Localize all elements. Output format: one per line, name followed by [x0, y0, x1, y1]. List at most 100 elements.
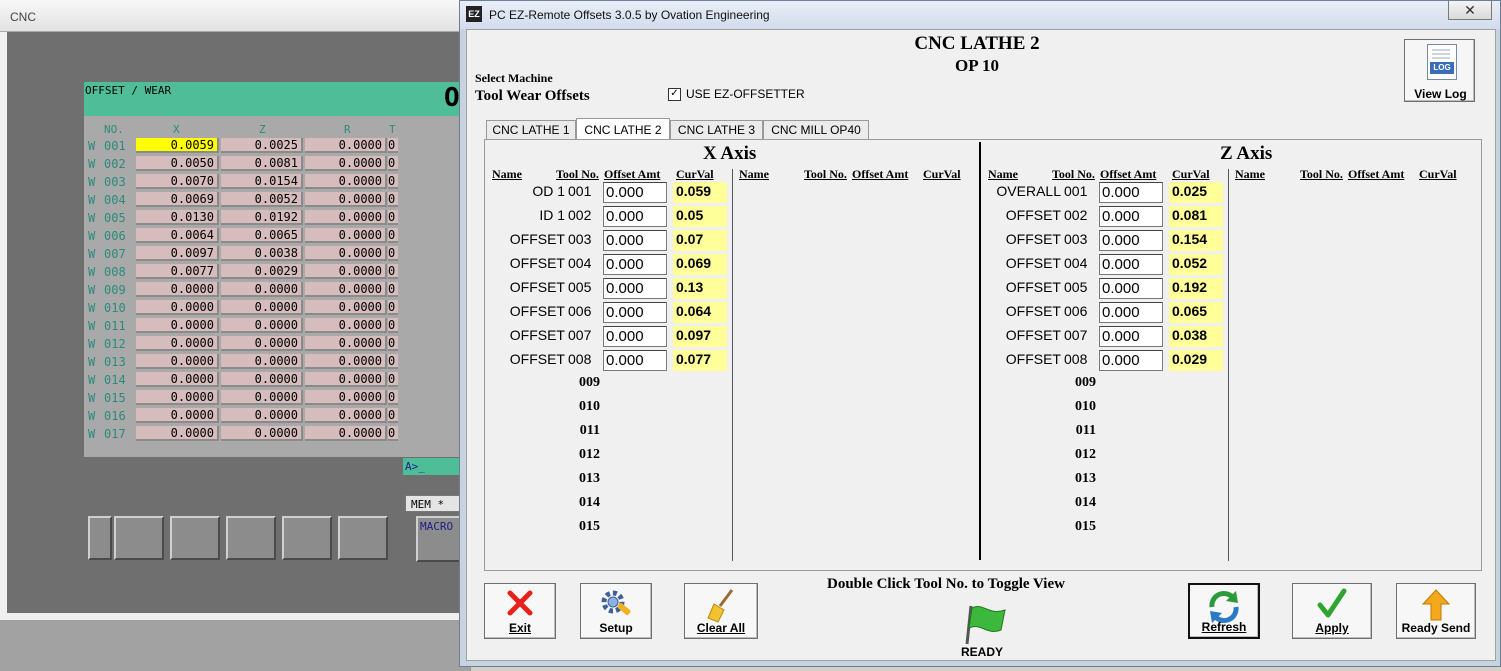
cnc-cell-r[interactable]: 0.0000: [305, 408, 387, 423]
tool-number[interactable]: 013: [1064, 471, 1096, 487]
cnc-cell-x[interactable]: 0.0064: [136, 228, 219, 243]
cnc-cell-t[interactable]: 0: [388, 390, 398, 405]
offset-amount-input[interactable]: 0.000: [603, 278, 667, 299]
cnc-softkey[interactable]: [338, 516, 388, 560]
cnc-cell-z[interactable]: 0.0000: [221, 390, 303, 405]
tab-cnc-mill-op40[interactable]: CNC MILL OP40: [763, 120, 869, 139]
ez-titlebar[interactable]: EZ PC EZ-Remote Offsets 3.0.5 by Ovation…: [460, 1, 1500, 29]
offset-amount-input[interactable]: 0.000: [603, 182, 667, 203]
cnc-cell-t[interactable]: 0: [388, 408, 398, 423]
cnc-softkey[interactable]: [88, 516, 112, 560]
cnc-cell-x[interactable]: 0.0097: [136, 246, 219, 261]
apply-button[interactable]: Apply: [1292, 583, 1372, 639]
cnc-cell-z[interactable]: 0.0000: [221, 372, 303, 387]
tool-number[interactable]: 008: [1064, 351, 1096, 367]
tool-number[interactable]: 005: [1064, 279, 1096, 295]
cnc-cell-z[interactable]: 0.0029: [221, 264, 303, 279]
tool-number[interactable]: 009: [568, 375, 600, 391]
tool-number[interactable]: 004: [1064, 255, 1096, 271]
cnc-cell-z[interactable]: 0.0000: [221, 318, 303, 333]
offset-amount-input[interactable]: 0.000: [603, 206, 667, 227]
cnc-cell-z[interactable]: 0.0065: [221, 228, 303, 243]
cnc-cell-x[interactable]: 0.0000: [136, 318, 219, 333]
offset-amount-input[interactable]: 0.000: [1099, 230, 1163, 251]
tool-number[interactable]: 012: [568, 447, 600, 463]
cnc-cell-t[interactable]: 0: [388, 210, 398, 225]
cnc-cell-x[interactable]: 0.0000: [136, 282, 219, 297]
tool-number[interactable]: 015: [1064, 519, 1096, 535]
offset-amount-input[interactable]: 0.000: [1099, 302, 1163, 323]
cnc-cell-x[interactable]: 0.0000: [136, 408, 219, 423]
cnc-cell-t[interactable]: 0: [388, 264, 398, 279]
cnc-cell-x[interactable]: 0.0000: [136, 336, 219, 351]
cnc-softkey[interactable]: [226, 516, 276, 560]
offset-amount-input[interactable]: 0.000: [1099, 182, 1163, 203]
tool-number[interactable]: 001: [1064, 183, 1096, 199]
tool-number[interactable]: 002: [568, 207, 600, 223]
cnc-cell-t[interactable]: 0: [388, 300, 398, 315]
cnc-cell-r[interactable]: 0.0000: [305, 336, 387, 351]
tool-number[interactable]: 003: [1064, 231, 1096, 247]
tool-number[interactable]: 006: [568, 303, 600, 319]
cnc-cell-r[interactable]: 0.0000: [305, 174, 387, 189]
offset-amount-input[interactable]: 0.000: [1099, 278, 1163, 299]
tool-number[interactable]: 014: [1064, 495, 1096, 511]
cnc-cell-t[interactable]: 0: [388, 336, 398, 351]
tool-number[interactable]: 014: [568, 495, 600, 511]
clear-all-button[interactable]: Clear All: [684, 583, 758, 639]
cnc-softkey[interactable]: [282, 516, 332, 560]
tool-number[interactable]: 007: [568, 327, 600, 343]
cnc-cell-x[interactable]: 0.0000: [136, 300, 219, 315]
offset-amount-input[interactable]: 0.000: [1099, 206, 1163, 227]
cnc-cell-t[interactable]: 0: [388, 228, 398, 243]
ready-send-button[interactable]: Ready Send: [1396, 583, 1476, 639]
tool-number[interactable]: 011: [568, 423, 600, 439]
cnc-cell-z[interactable]: 0.0154: [221, 174, 303, 189]
cnc-cell-r[interactable]: 0.0000: [305, 354, 387, 369]
tool-number[interactable]: 004: [568, 255, 600, 271]
cnc-cell-z[interactable]: 0.0038: [221, 246, 303, 261]
cnc-cell-t[interactable]: 0: [388, 192, 398, 207]
offset-amount-input[interactable]: 0.000: [1099, 254, 1163, 275]
tab-cnc-lathe-3[interactable]: CNC LATHE 3: [670, 120, 763, 139]
cnc-cell-x[interactable]: 0.0130: [136, 210, 219, 225]
cnc-cell-x[interactable]: 0.0000: [136, 372, 219, 387]
cnc-cell-r[interactable]: 0.0000: [305, 372, 387, 387]
cnc-cell-z[interactable]: 0.0000: [221, 426, 303, 441]
cnc-cell-r[interactable]: 0.0000: [305, 192, 387, 207]
tool-number[interactable]: 010: [1064, 399, 1096, 415]
offset-amount-input[interactable]: 0.000: [603, 326, 667, 347]
cnc-cell-x[interactable]: 0.0069: [136, 192, 219, 207]
cnc-cell-t[interactable]: 0: [388, 174, 398, 189]
close-button[interactable]: ✕: [1448, 1, 1492, 20]
cnc-cell-t[interactable]: 0: [388, 246, 398, 261]
cnc-cell-x[interactable]: 0.0000: [136, 354, 219, 369]
tab-cnc-lathe-1[interactable]: CNC LATHE 1: [486, 120, 576, 139]
cnc-cell-x[interactable]: 0.0000: [136, 426, 219, 441]
cnc-cell-x[interactable]: 0.0077: [136, 264, 219, 279]
tool-number[interactable]: 006: [1064, 303, 1096, 319]
tool-number[interactable]: 002: [1064, 207, 1096, 223]
cnc-titlebar[interactable]: CNC: [0, 0, 470, 32]
offset-amount-input[interactable]: 0.000: [1099, 350, 1163, 371]
tool-number[interactable]: 001: [568, 183, 600, 199]
cnc-cell-t[interactable]: 0: [388, 354, 398, 369]
cnc-cell-r[interactable]: 0.0000: [305, 246, 387, 261]
tool-number[interactable]: 003: [568, 231, 600, 247]
offset-amount-input[interactable]: 0.000: [603, 350, 667, 371]
cnc-cell-z[interactable]: 0.0025: [221, 138, 303, 153]
cnc-cell-t[interactable]: 0: [388, 372, 398, 387]
cnc-cell-t[interactable]: 0: [388, 282, 398, 297]
cnc-cell-r[interactable]: 0.0000: [305, 264, 387, 279]
cnc-cell-z[interactable]: 0.0052: [221, 192, 303, 207]
tool-number[interactable]: 013: [568, 471, 600, 487]
tool-number[interactable]: 009: [1064, 375, 1096, 391]
cnc-cell-x[interactable]: 0.0059: [136, 138, 219, 153]
cnc-cell-r[interactable]: 0.0000: [305, 390, 387, 405]
cnc-cell-r[interactable]: 0.0000: [305, 138, 387, 153]
cnc-cell-z[interactable]: 0.0192: [221, 210, 303, 225]
cnc-cell-r[interactable]: 0.0000: [305, 210, 387, 225]
setup-button[interactable]: Setup: [580, 583, 652, 639]
view-log-button[interactable]: LOG View Log: [1404, 39, 1475, 102]
use-ez-offsetter-checkbox[interactable]: ✓: [668, 88, 681, 101]
